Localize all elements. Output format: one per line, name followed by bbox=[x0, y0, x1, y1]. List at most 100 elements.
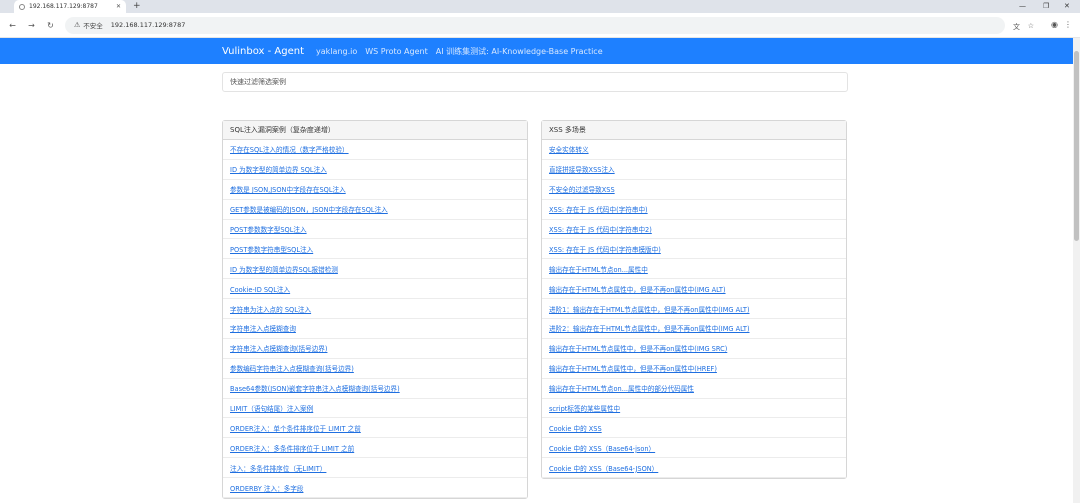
scrollbar-thumb[interactable] bbox=[1074, 51, 1079, 241]
case-link[interactable]: Base64参数(JSON)嵌套字符串注入点模糊查询(括号边界) bbox=[230, 383, 400, 393]
app-navbar: Vulinbox - Agent yaklang.io WS Proto Age… bbox=[0, 38, 1073, 64]
list-item: ID 为数字型的简单边界 SQL注入 bbox=[223, 160, 527, 180]
xss-panel: XSS 多场景 安全实体转义 直接拼接导致XSS注入 不安全的过滤导致XSS X… bbox=[541, 120, 847, 480]
list-item: 字符串为注入点的 SQL注入 bbox=[223, 299, 527, 320]
profile-icon[interactable]: ◉ bbox=[1051, 20, 1058, 29]
main-content: 快速过滤筛选案例 SQL注入漏洞案例（复杂度递增） 不存在SQL注入的情况（数字… bbox=[0, 64, 1073, 503]
list-item: XSS: 存在于 JS 代码中(字符串模版中) bbox=[542, 239, 846, 260]
warning-icon: ⚠ bbox=[74, 21, 81, 29]
list-item: 字符串注入点模糊查询 bbox=[223, 319, 527, 339]
case-link[interactable]: 直接拼接导致XSS注入 bbox=[549, 164, 615, 174]
list-item: Cookie 中的 XSS bbox=[542, 418, 846, 439]
case-link[interactable]: 输出存在于HTML节点属性中，但是不再on属性中(IMG ALT) bbox=[549, 284, 726, 294]
case-link[interactable]: XSS: 存在于 JS 代码中(字符串中) bbox=[549, 204, 648, 214]
case-link[interactable]: 安全实体转义 bbox=[549, 144, 589, 154]
case-link[interactable]: Cookie-ID SQL注入 bbox=[230, 284, 290, 294]
list-item: ID 为数字型的简单边界SQL报错检测 bbox=[223, 259, 527, 280]
sql-injection-panel: SQL注入漏洞案例（复杂度递增） 不存在SQL注入的情况（数字严格校验） ID … bbox=[222, 120, 528, 500]
list-item: ORDER注入：单个条件排序位于 LIMIT 之前 bbox=[223, 418, 527, 439]
browser-tab[interactable]: 192.168.117.129:8787 ✕ bbox=[14, 0, 126, 13]
list-item: 进阶2：输出存在于HTML节点属性中，但是不再on属性中(IMG ALT) bbox=[542, 319, 846, 339]
list-item: 进阶1：输出存在于HTML节点属性中，但是不再on属性中(IMG ALT) bbox=[542, 299, 846, 320]
list-item: POST参数字符串型SQL注入 bbox=[223, 239, 527, 260]
list-item: 参数是 JSON,JSON中字段存在SQL注入 bbox=[223, 180, 527, 200]
case-link[interactable]: 字符串注入点模糊查询(括号边界) bbox=[230, 343, 327, 353]
list-item: XSS: 存在于 JS 代码中(字符串中2) bbox=[542, 220, 846, 240]
nav-link-ws-proto-agent[interactable]: WS Proto Agent bbox=[365, 47, 427, 56]
list-item: GET参数是被编码的JSON，JSON中字段存在SQL注入 bbox=[223, 200, 527, 220]
case-link[interactable]: XSS: 存在于 JS 代码中(字符串模版中) bbox=[549, 244, 661, 254]
list-item: XSS: 存在于 JS 代码中(字符串中) bbox=[542, 200, 846, 220]
case-link[interactable]: 输出存在于HTML节点属性中，但是不再on属性中(HREF) bbox=[549, 363, 717, 373]
case-link[interactable]: 进阶1：输出存在于HTML节点属性中，但是不再on属性中(IMG ALT) bbox=[549, 304, 750, 314]
list-item: 输出存在于HTML节点属性中，但是不再on属性中(IMG SRC) bbox=[542, 339, 846, 359]
case-link[interactable]: Cookie 中的 XSS（Base64-JSON） bbox=[549, 463, 658, 473]
list-item: 输出存在于HTML节点属性中，但是不再on属性中(IMG ALT) bbox=[542, 279, 846, 300]
case-link[interactable]: POST参数数字型SQL注入 bbox=[230, 224, 307, 234]
case-link[interactable]: ID 为数字型的简单边界 SQL注入 bbox=[230, 164, 327, 174]
list-item: 输出存在于HTML节点属性中，但是不再on属性中(HREF) bbox=[542, 359, 846, 379]
list-item: 安全实体转义 bbox=[542, 140, 846, 160]
case-link[interactable]: ORDER注入：多条件排序位于 LIMIT 之前 bbox=[230, 443, 354, 453]
address-bar[interactable]: ⚠ 不安全 192.168.117.129:8787 bbox=[65, 16, 1005, 34]
minimize-icon[interactable]: — bbox=[1019, 0, 1026, 12]
case-link[interactable]: Cookie 中的 XSS（Base64-json） bbox=[549, 443, 655, 453]
case-link[interactable]: 字符串注入点模糊查询 bbox=[230, 323, 296, 333]
case-link[interactable]: GET参数是被编码的JSON，JSON中字段存在SQL注入 bbox=[230, 204, 388, 214]
list-item: Cookie 中的 XSS（Base64-json） bbox=[542, 438, 846, 459]
menu-icon[interactable]: ⋮ bbox=[1064, 20, 1072, 29]
case-link[interactable]: ORDERBY 注入：多字段 bbox=[230, 483, 303, 493]
page-scrollbar[interactable] bbox=[1073, 38, 1080, 503]
case-link[interactable]: 输出存在于HTML节点on...属性中 bbox=[549, 264, 648, 274]
case-link[interactable]: 参数编码字符串注入点模糊查询(括号边界) bbox=[230, 363, 354, 373]
nav-link-ai-knowledge-base[interactable]: AI 训练集测试: AI-Knowledge-Base Practice bbox=[436, 46, 603, 57]
nav-link-yaklang[interactable]: yaklang.io bbox=[316, 47, 357, 56]
list-item: 不存在SQL注入的情况（数字严格校验） bbox=[223, 140, 527, 160]
case-link[interactable]: XSS: 存在于 JS 代码中(字符串中2) bbox=[549, 224, 652, 234]
case-link[interactable]: 输出存在于HTML节点属性中，但是不再on属性中(IMG SRC) bbox=[549, 343, 727, 353]
list-item: 输出存在于HTML节点on...属性中的部分代码属性 bbox=[542, 379, 846, 399]
case-link[interactable]: 参数是 JSON,JSON中字段存在SQL注入 bbox=[230, 184, 346, 194]
case-link[interactable]: POST参数字符串型SQL注入 bbox=[230, 244, 313, 254]
list-item: Cookie 中的 XSS（Base64-JSON） bbox=[542, 458, 846, 479]
list-item: 直接拼接导致XSS注入 bbox=[542, 160, 846, 180]
brand-title[interactable]: Vulinbox - Agent bbox=[222, 46, 304, 57]
browser-toolbar: ← → ↻ ⚠ 不安全 192.168.117.129:8787 文 ☆ ◉ ⋮ bbox=[0, 13, 1080, 38]
case-link[interactable]: 不存在SQL注入的情况（数字严格校验） bbox=[230, 144, 349, 154]
case-link[interactable]: ID 为数字型的简单边界SQL报错检测 bbox=[230, 264, 338, 274]
forward-icon[interactable]: → bbox=[25, 21, 38, 30]
translate-icon[interactable]: 文 bbox=[1013, 22, 1020, 32]
star-icon[interactable]: ☆ bbox=[1028, 22, 1034, 30]
new-tab-icon[interactable]: + bbox=[133, 0, 141, 12]
insecure-label: 不安全 bbox=[83, 22, 103, 30]
case-link[interactable]: 注入：多条件排序位（无LIMIT） bbox=[230, 463, 326, 473]
list-item: ORDERBY 注入：多字段 bbox=[223, 478, 527, 499]
case-link[interactable]: script标签的某些属性中 bbox=[549, 403, 620, 413]
reload-icon[interactable]: ↻ bbox=[44, 21, 57, 30]
address-text: 192.168.117.129:8787 bbox=[110, 21, 186, 29]
panel-title: XSS 多场景 bbox=[542, 121, 846, 140]
window-close-icon[interactable]: ✕ bbox=[1064, 0, 1070, 12]
list-item: 不安全的过滤导致XSS bbox=[542, 180, 846, 200]
list-item: 字符串注入点模糊查询(括号边界) bbox=[223, 339, 527, 359]
case-link[interactable]: 输出存在于HTML节点on...属性中的部分代码属性 bbox=[549, 383, 694, 393]
panel-title: SQL注入漏洞案例（复杂度递增） bbox=[223, 121, 527, 140]
list-item: Base64参数(JSON)嵌套字符串注入点模糊查询(括号边界) bbox=[223, 379, 527, 399]
case-link[interactable]: 字符串为注入点的 SQL注入 bbox=[230, 304, 311, 314]
list-item: Cookie-ID SQL注入 bbox=[223, 279, 527, 300]
list-item: ORDER注入：多条件排序位于 LIMIT 之前 bbox=[223, 438, 527, 459]
filter-input[interactable]: 快速过滤筛选案例 bbox=[222, 72, 848, 92]
close-icon[interactable]: ✕ bbox=[116, 3, 121, 10]
case-link[interactable]: Cookie 中的 XSS bbox=[549, 423, 602, 433]
case-link[interactable]: ORDER注入：单个条件排序位于 LIMIT 之前 bbox=[230, 423, 361, 433]
list-item: 参数编码字符串注入点模糊查询(括号边界) bbox=[223, 359, 527, 379]
list-item: 输出存在于HTML节点on...属性中 bbox=[542, 259, 846, 280]
tab-title: 192.168.117.129:8787 bbox=[29, 3, 98, 10]
back-icon[interactable]: ← bbox=[6, 21, 19, 30]
case-link[interactable]: 进阶2：输出存在于HTML节点属性中，但是不再on属性中(IMG ALT) bbox=[549, 323, 750, 333]
case-link[interactable]: LIMIT（语句结尾）注入案例 bbox=[230, 403, 313, 413]
list-item: POST参数数字型SQL注入 bbox=[223, 220, 527, 240]
restore-icon[interactable]: ❐ bbox=[1043, 0, 1049, 12]
case-link[interactable]: 不安全的过滤导致XSS bbox=[549, 184, 615, 194]
list-item: 注入：多条件排序位（无LIMIT） bbox=[223, 458, 527, 479]
